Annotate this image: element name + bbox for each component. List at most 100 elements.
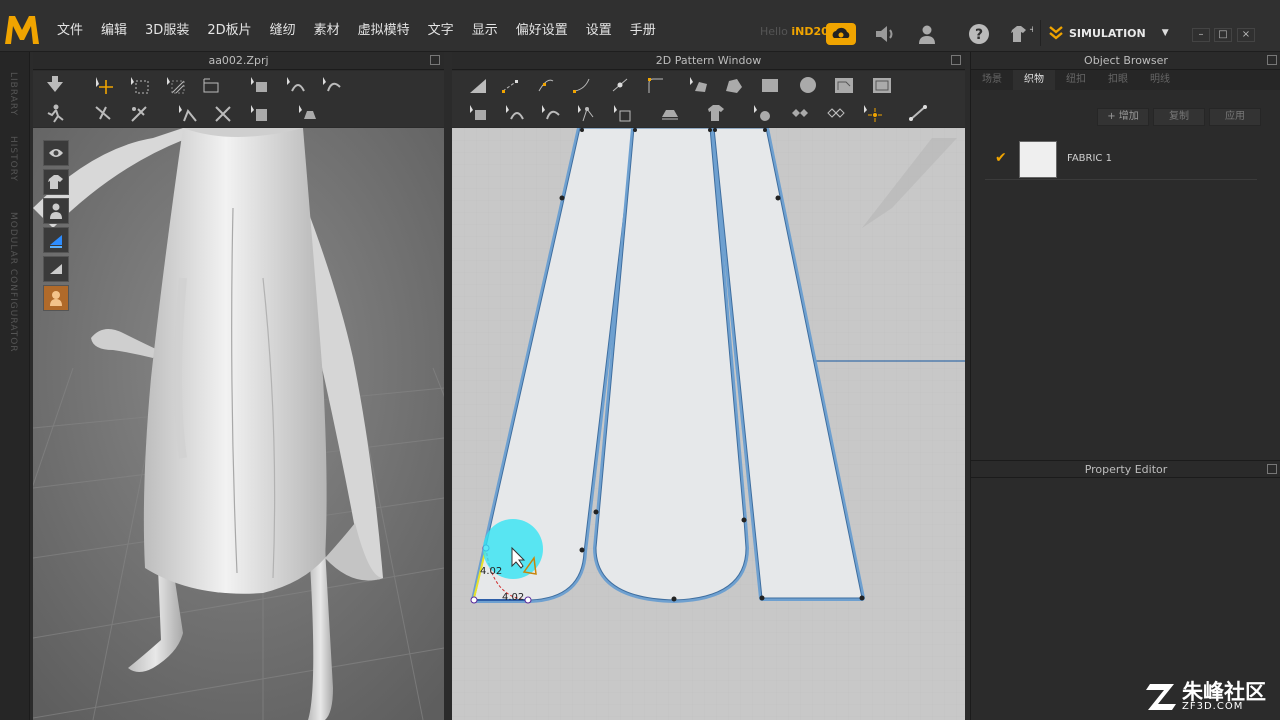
select-move-icon[interactable] [89, 73, 117, 97]
view2d-title: 2D Pattern Window [655, 54, 762, 67]
circle-icon[interactable] [794, 73, 822, 97]
menu-settings[interactable]: 设置 [577, 20, 621, 42]
anchor-point-icon[interactable] [858, 101, 886, 125]
grid-tool-icon[interactable] [822, 101, 850, 125]
rectangle-icon[interactable] [756, 73, 784, 97]
minimize-button[interactable]: – [1192, 28, 1210, 42]
view2d-toolbar [452, 71, 965, 127]
shrinkage-icon[interactable] [245, 101, 273, 125]
history-tab[interactable]: HISTORY [8, 136, 18, 182]
watermark-logo-icon [1146, 684, 1176, 710]
object-browser-tabs: 场景 织物 纽扣 扣眼 明线 [971, 70, 1280, 90]
sewing-edit-icon[interactable] [281, 73, 309, 97]
popout-icon[interactable] [1267, 55, 1277, 65]
shaded-mode-icon[interactable] [43, 256, 69, 282]
fold-arrangement-icon[interactable] [173, 101, 201, 125]
help-icon[interactable]: ? [966, 22, 992, 46]
view3d-title: aa002.Zprj [208, 54, 269, 67]
skin-avatar-icon[interactable] [43, 285, 69, 311]
tab-fabric[interactable]: 织物 [1013, 70, 1055, 90]
add-fabric-button[interactable]: + 增加 [1097, 108, 1149, 126]
library-tab[interactable]: LIBRARY [8, 72, 18, 116]
select-box-icon[interactable] [125, 73, 153, 97]
fold-tool-icon[interactable] [656, 101, 684, 125]
modular-configurator-tab[interactable]: MODULAR CONFIGURATOR [8, 212, 18, 353]
garment-plus-icon[interactable]: + [1008, 22, 1034, 46]
fillet-icon[interactable] [642, 73, 670, 97]
side-panel-strip: LIBRARY HISTORY MODULAR CONFIGURATOR [0, 52, 30, 720]
avatar-mode-icon[interactable] [43, 198, 69, 224]
free-sewing-icon[interactable] [572, 101, 600, 125]
tab-buttonhole[interactable]: 扣眼 [1097, 70, 1139, 90]
view3d-canvas[interactable] [33, 128, 444, 720]
tab-button[interactable]: 纽扣 [1055, 70, 1097, 90]
show-garment-icon[interactable] [43, 169, 69, 195]
maximize-button[interactable]: □ [1214, 28, 1232, 42]
tape-measure-icon[interactable] [904, 101, 932, 125]
menu-3d-garment[interactable]: 3D服装 [136, 20, 198, 42]
simulation-toggle[interactable]: SIMULATION ▼ [1040, 20, 1176, 46]
internal-circle-icon[interactable] [868, 73, 896, 97]
menu-text[interactable]: 文字 [419, 20, 463, 42]
fabric-list-item[interactable]: ✔ FABRIC 1 [985, 140, 1257, 180]
menu-file[interactable]: 文件 [48, 20, 92, 42]
svg-text:?: ? [975, 27, 983, 43]
menu-sewing[interactable]: 缝纫 [261, 20, 305, 42]
tshirt-icon[interactable] [702, 101, 730, 125]
edit-curvature-icon[interactable] [568, 73, 596, 97]
user-account-icon[interactable] [914, 22, 940, 46]
popout-icon[interactable] [951, 55, 961, 65]
add-point-icon[interactable] [606, 73, 634, 97]
select-lasso-icon[interactable] [161, 73, 189, 97]
popout-icon[interactable] [1267, 464, 1277, 474]
fabric-name: FABRIC 1 [1067, 153, 1112, 164]
triangle-select-icon[interactable] [464, 73, 492, 97]
menu-manual[interactable]: 手册 [621, 20, 665, 42]
show-avatar-icon[interactable] [43, 140, 69, 166]
menu-2d-pattern[interactable]: 2D板片 [198, 20, 260, 42]
polygon-tool-icon[interactable] [684, 73, 712, 97]
menu-preferences[interactable]: 偏好设置 [507, 20, 577, 42]
internal-polygon-icon[interactable] [720, 73, 748, 97]
app-logo-icon[interactable] [4, 14, 40, 46]
simulation-dropdown-icon[interactable]: ▼ [1162, 28, 1169, 38]
topstitch-icon[interactable] [786, 101, 814, 125]
app-window: 文件 编辑 3D服装 2D板片 缝纫 素材 虚拟模特 文字 显示 偏好设置 设置… [0, 0, 1280, 720]
edit-sewing-icon[interactable] [500, 101, 528, 125]
menu-avatar[interactable]: 虚拟模特 [349, 20, 419, 42]
transform-pattern-icon[interactable] [197, 73, 225, 97]
cloud-sync-icon[interactable] [826, 22, 856, 46]
check-sewing-icon[interactable] [608, 101, 636, 125]
texture-mode-icon[interactable] [43, 227, 69, 253]
tack-on-avatar-icon[interactable] [125, 101, 153, 125]
tab-topstitch[interactable]: 明线 [1139, 70, 1181, 90]
close-button[interactable]: × [1237, 28, 1255, 42]
segment-sewing-icon[interactable] [536, 101, 564, 125]
internal-rectangle-icon[interactable] [830, 73, 858, 97]
speaker-icon[interactable] [872, 22, 898, 46]
copy-fabric-button[interactable]: 复制 [1153, 108, 1205, 126]
pin-avatar-icon[interactable] [41, 101, 69, 125]
button-tool-icon[interactable] [748, 101, 776, 125]
tab-scene[interactable]: 场景 [971, 70, 1013, 90]
strengthen-icon[interactable] [209, 101, 237, 125]
pattern-canvas[interactable]: 4.02 4.02 [452, 128, 965, 720]
apply-fabric-button[interactable]: 应用 [1209, 108, 1261, 126]
fabric-swatch[interactable] [1019, 141, 1057, 178]
watermark: 朱峰社区 ZF3D.COM [1146, 676, 1276, 716]
edit-point-icon[interactable] [496, 73, 524, 97]
pattern-transform-icon[interactable] [464, 101, 492, 125]
simulate-down-icon[interactable] [41, 73, 69, 97]
measure-horizontal-label: 4.02 [502, 592, 524, 603]
menu-edit[interactable]: 编辑 [92, 20, 136, 42]
popout-icon[interactable] [430, 55, 440, 65]
main-menu: 文件 编辑 3D服装 2D板片 缝纫 素材 虚拟模特 文字 显示 偏好设置 设置… [48, 20, 665, 42]
chevrons-down-icon [1049, 26, 1063, 40]
arrange-icon[interactable] [245, 73, 273, 97]
edit-curve-icon[interactable] [317, 73, 345, 97]
menu-materials[interactable]: 素材 [305, 20, 349, 42]
menu-display[interactable]: 显示 [463, 20, 507, 42]
tack-icon[interactable] [89, 101, 117, 125]
steam-iron-icon[interactable] [293, 101, 321, 125]
curve-point-icon[interactable] [532, 73, 560, 97]
